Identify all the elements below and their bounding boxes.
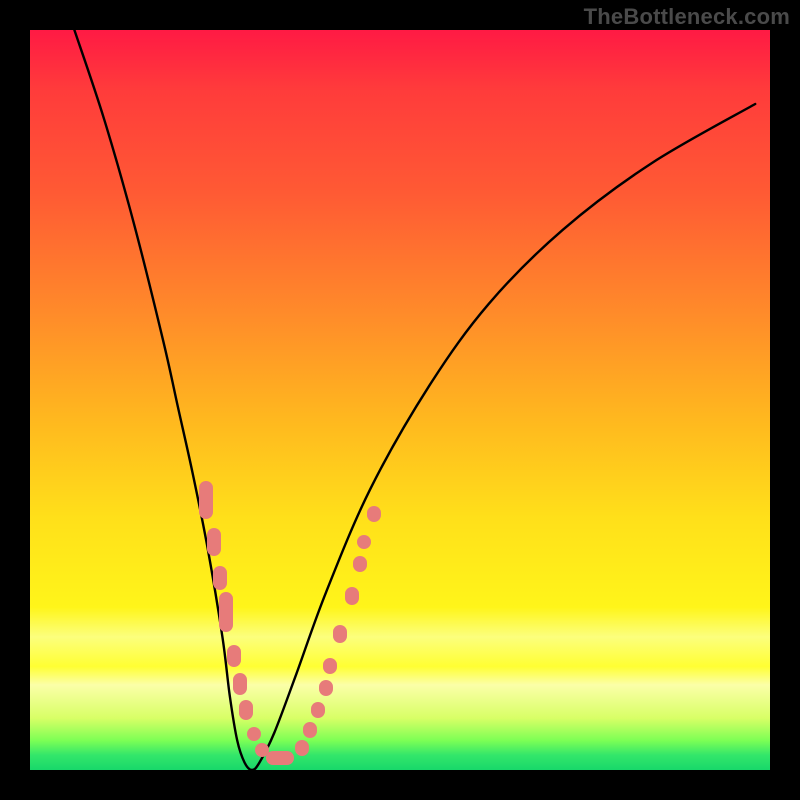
curve-marker <box>367 506 381 522</box>
curve-marker <box>319 680 333 696</box>
curve-marker <box>295 740 309 756</box>
curve-marker <box>213 566 227 590</box>
curve-marker <box>345 587 359 605</box>
curve-marker <box>207 528 221 556</box>
curve-marker <box>323 658 337 674</box>
curve-marker <box>227 645 241 667</box>
bottleneck-curve-path <box>74 30 755 770</box>
plot-svg <box>30 30 770 770</box>
curve-marker <box>247 727 261 741</box>
plot-area <box>30 30 770 770</box>
curve-marker <box>311 702 325 718</box>
curve-marker <box>239 700 253 720</box>
watermark-text: TheBottleneck.com <box>584 4 790 30</box>
chart-frame: TheBottleneck.com <box>0 0 800 800</box>
curve-marker <box>357 535 371 549</box>
curve-marker <box>333 625 347 643</box>
curve-marker <box>199 481 213 519</box>
curve-marker <box>353 556 367 572</box>
curve-marker <box>303 722 317 738</box>
curve-marker <box>233 673 247 695</box>
curve-marker <box>266 751 294 765</box>
curve-marker <box>219 592 233 632</box>
